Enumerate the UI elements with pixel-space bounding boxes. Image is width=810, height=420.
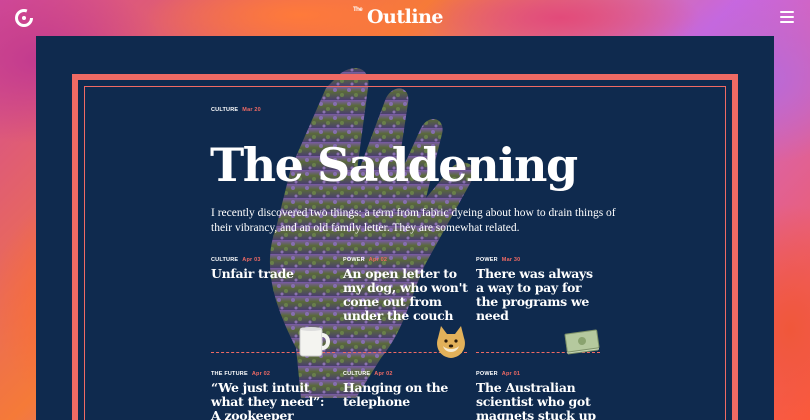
section-label[interactable]: THE FUTURE	[211, 371, 248, 377]
card-kicker: POWER Apr 01	[476, 371, 601, 377]
card-kicker: POWER Mar 30	[476, 257, 601, 263]
date-label: Apr 02	[374, 371, 393, 377]
brand-small: The	[353, 7, 363, 13]
card-title[interactable]: “We just intuit what they need”: A zooke…	[211, 381, 336, 420]
story-card[interactable]: POWER Mar 30 There was always a way to pa…	[476, 257, 601, 323]
section-label[interactable]: POWER	[476, 371, 498, 377]
card-kicker: CULTURE Apr 03	[211, 257, 336, 263]
money-stack-icon	[564, 329, 600, 355]
story-card[interactable]: CULTURE Apr 03 Unfair trade	[211, 257, 336, 281]
feature-headline[interactable]: The Saddening	[210, 142, 578, 188]
section-label[interactable]: POWER	[343, 257, 365, 263]
card-title[interactable]: Unfair trade	[211, 267, 336, 281]
top-bar: The Outline	[0, 0, 810, 36]
section-label[interactable]: CULTURE	[211, 107, 238, 113]
brand-name: Outline	[367, 6, 443, 28]
section-label[interactable]: CULTURE	[211, 257, 238, 263]
main-panel: CULTURE Mar 20 The Saddening I recently d…	[36, 36, 774, 420]
story-card[interactable]: POWER Apr 01 The Australian scientist who…	[476, 371, 601, 420]
mug-icon	[299, 327, 330, 357]
card-title[interactable]: There was always a way to pay for the pr…	[476, 267, 601, 323]
date-label: Apr 02	[368, 257, 388, 263]
card-title[interactable]: Hanging on the telephone	[343, 381, 468, 409]
feature-inner-frame	[84, 86, 726, 420]
feature-kicker: CULTURE Mar 20	[211, 107, 261, 113]
story-card[interactable]: THE FUTURE Apr 02 “We just intuit what th…	[211, 371, 336, 420]
card-kicker: CULTURE Apr 02	[343, 371, 468, 377]
card-kicker: POWER Apr 02	[343, 257, 468, 263]
date-label: Apr 01	[501, 371, 521, 377]
brand-logo[interactable]: The Outline	[0, 6, 810, 28]
date-label: Apr 02	[251, 371, 271, 377]
story-card[interactable]: POWER Apr 02 An open letter to my dog, wh…	[343, 257, 468, 323]
section-label[interactable]: CULTURE	[343, 371, 370, 377]
card-title[interactable]: The Australian scientist who got magnets…	[476, 381, 601, 420]
date-label: Mar 20	[242, 107, 261, 113]
section-label[interactable]: POWER	[476, 257, 498, 263]
card-kicker: THE FUTURE Apr 02	[211, 371, 336, 377]
doge-dog-icon	[437, 326, 465, 358]
date-label: Mar 30	[501, 257, 521, 263]
card-title[interactable]: An open letter to my dog, who won't come…	[343, 267, 468, 323]
story-card[interactable]: CULTURE Apr 02 Hanging on the telephone	[343, 371, 468, 409]
feature-dek: I recently discovered two things: a term…	[211, 207, 616, 234]
hamburger-menu-icon[interactable]	[780, 11, 794, 23]
date-label: Apr 03	[242, 257, 261, 263]
